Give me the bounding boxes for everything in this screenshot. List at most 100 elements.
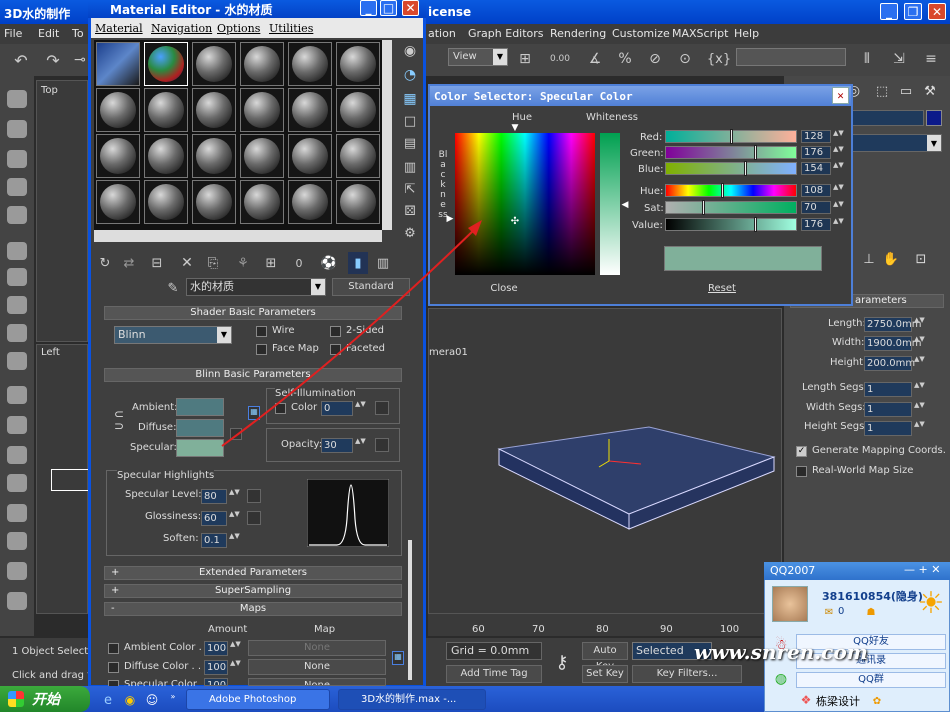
align-icon[interactable]: ⇲ — [888, 48, 910, 70]
width-spinner[interactable]: ▲▼ — [914, 336, 925, 351]
glossiness-field[interactable]: 60 — [201, 511, 227, 526]
wave-icon[interactable] — [7, 446, 27, 464]
make-unique-icon[interactable]: ✋ — [882, 250, 900, 268]
sample-slot[interactable] — [336, 42, 380, 86]
supersampling-rollout-header[interactable]: + SuperSampling — [104, 584, 402, 598]
make-unique-icon[interactable]: ⚘ — [234, 254, 252, 272]
hue-pointer-icon[interactable]: ▼ — [510, 123, 520, 133]
glossiness-map-button[interactable] — [247, 511, 261, 525]
value-value-field[interactable]: 176 — [801, 218, 831, 231]
camera-icon[interactable] — [7, 386, 27, 404]
sample-slot[interactable] — [336, 180, 380, 224]
sample-slot[interactable] — [288, 42, 332, 86]
sample-type-icon[interactable]: ◉ — [400, 42, 420, 60]
qq-groups-button[interactable]: QQ群 — [796, 672, 946, 688]
get-material-icon[interactable]: ↻ — [96, 254, 114, 272]
map-row-amount[interactable]: 100 — [204, 678, 228, 686]
sample-slot[interactable] — [96, 88, 140, 132]
hue-value-field[interactable]: 108 — [801, 184, 831, 197]
whiteness-pointer-icon[interactable]: ◀ — [621, 200, 629, 210]
menu-file[interactable]: File — [4, 27, 22, 40]
star-icon[interactable] — [7, 206, 27, 224]
timeline[interactable]: 60 70 80 90 100 — [428, 614, 784, 636]
snap-icon[interactable]: 0.00 — [548, 48, 572, 70]
diffuse-color-swatch[interactable] — [176, 419, 224, 437]
display-icon[interactable]: ▭ — [896, 82, 916, 100]
red-slider[interactable] — [665, 129, 797, 144]
auto-key-button[interactable]: Auto Key — [582, 642, 628, 672]
map-lock-icon[interactable]: ▦ — [392, 651, 404, 665]
modifier-list-dropdown[interactable]: ▼ — [844, 134, 942, 152]
layers-icon[interactable]: ≡ — [920, 48, 942, 70]
qq-window-controls-icon[interactable]: — + ✕ — [904, 563, 940, 576]
self-illum-spinner[interactable]: ▲▼ — [355, 401, 366, 416]
menu-rendering[interactable]: Rendering — [550, 27, 606, 40]
redo-icon[interactable]: ↷ — [42, 50, 64, 70]
green-slider[interactable] — [665, 145, 797, 160]
magnet-icon[interactable]: ⊙ — [674, 48, 696, 70]
menu-tools[interactable]: To — [72, 27, 84, 40]
select-by-material-icon[interactable]: ⚄ — [400, 202, 420, 220]
extended-rollout-header[interactable]: + Extended Parameters — [104, 566, 402, 580]
opacity-spinner[interactable]: ▲▼ — [355, 438, 366, 453]
qq-app-icon[interactable]: ◍ — [770, 668, 792, 690]
menu-help[interactable]: Help — [734, 27, 759, 40]
sample-slot[interactable] — [240, 88, 284, 132]
mirror-icon[interactable]: ⫴ — [856, 48, 878, 70]
width-segs-spinner[interactable]: ▲▼ — [914, 402, 925, 417]
hue-slider[interactable] — [665, 183, 797, 198]
sample-slot[interactable] — [192, 134, 236, 178]
faceted-checkbox[interactable] — [330, 344, 341, 355]
video-check-icon[interactable]: ▤ — [400, 134, 420, 152]
sample-slot[interactable] — [240, 134, 284, 178]
value-slider-thumb[interactable] — [754, 217, 757, 232]
sample-slot[interactable] — [288, 180, 332, 224]
green-value-field[interactable]: 176 — [801, 146, 831, 159]
sample-slot[interactable] — [336, 134, 380, 178]
ambient-color-swatch[interactable] — [176, 398, 224, 416]
red-spinner[interactable]: ▲▼ — [833, 130, 844, 143]
blue-spinner[interactable]: ▲▼ — [833, 162, 844, 175]
spec-level-spinner[interactable]: ▲▼ — [229, 489, 240, 504]
height-field[interactable]: 200.0mm — [864, 356, 915, 371]
length-field[interactable]: 2750.0mm — [864, 317, 921, 332]
menu-customize[interactable]: Customize — [612, 27, 670, 40]
sample-slot[interactable] — [192, 88, 236, 132]
opacity-map-button[interactable] — [375, 438, 389, 452]
self-illum-map-button[interactable] — [375, 401, 389, 415]
length-segs-spinner[interactable]: ▲▼ — [914, 382, 925, 397]
qzone-icon[interactable]: ☗ — [864, 606, 878, 618]
backlight-icon[interactable]: ◔ — [400, 66, 420, 84]
key-icon[interactable]: ⚷ — [548, 648, 576, 676]
minimize-icon[interactable]: _ — [360, 0, 377, 16]
me-menu-material[interactable]: Material — [95, 22, 143, 35]
height-spinner[interactable]: ▲▼ — [914, 356, 925, 371]
specular-color-swatch[interactable] — [176, 439, 224, 457]
maps-rollout-header[interactable]: - Maps — [104, 602, 402, 616]
menu-maxscript[interactable]: MAXScript — [672, 27, 728, 40]
face-map-checkbox[interactable] — [256, 344, 267, 355]
sample-slot[interactable] — [144, 88, 188, 132]
green-slider-thumb[interactable] — [754, 145, 757, 160]
red-value-field[interactable]: 128 — [801, 130, 831, 143]
undo-icon[interactable]: ↶ — [10, 50, 32, 70]
create-box-icon[interactable] — [7, 90, 27, 108]
set-key-button[interactable]: Set Key — [582, 665, 628, 683]
lathe-icon[interactable] — [7, 268, 27, 286]
length-spinner[interactable]: ▲▼ — [914, 317, 925, 332]
two-sided-checkbox[interactable] — [330, 326, 341, 337]
map-row-spinner[interactable]: ▲▼ — [230, 660, 241, 675]
blue-value-field[interactable]: 154 — [801, 162, 831, 175]
viewport-top[interactable]: Top — [36, 80, 88, 342]
width-segs-field[interactable]: 1 — [864, 402, 912, 417]
soften-spinner[interactable]: ▲▼ — [229, 533, 240, 548]
whiteness-bar[interactable] — [600, 133, 620, 275]
me-menu-options[interactable]: Options — [217, 22, 260, 35]
sample-slot[interactable] — [144, 134, 188, 178]
blue-slider[interactable] — [665, 161, 797, 176]
sat-slider[interactable] — [665, 200, 797, 215]
diffuse-map-button[interactable] — [230, 428, 242, 440]
close-button[interactable]: Close — [456, 280, 552, 298]
sample-slot[interactable] — [288, 134, 332, 178]
light-icon[interactable] — [7, 416, 27, 434]
